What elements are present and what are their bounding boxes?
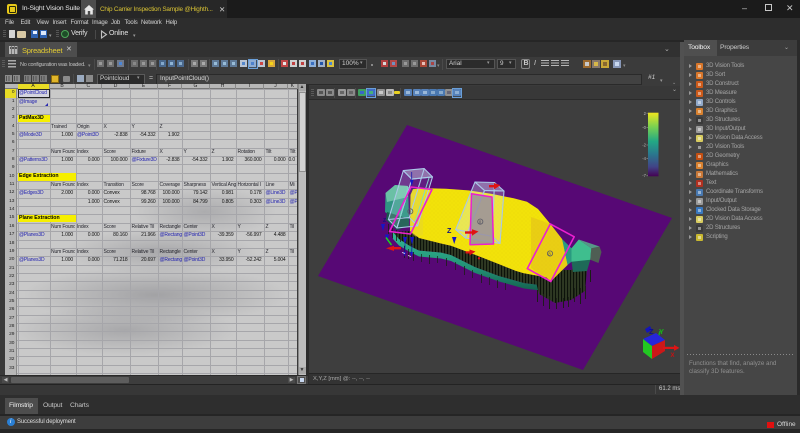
svg-text:Y: Y xyxy=(659,327,664,336)
svg-text:X: X xyxy=(670,353,674,359)
svg-text:Z: Z xyxy=(383,218,386,224)
svg-text:Z: Z xyxy=(447,226,452,235)
